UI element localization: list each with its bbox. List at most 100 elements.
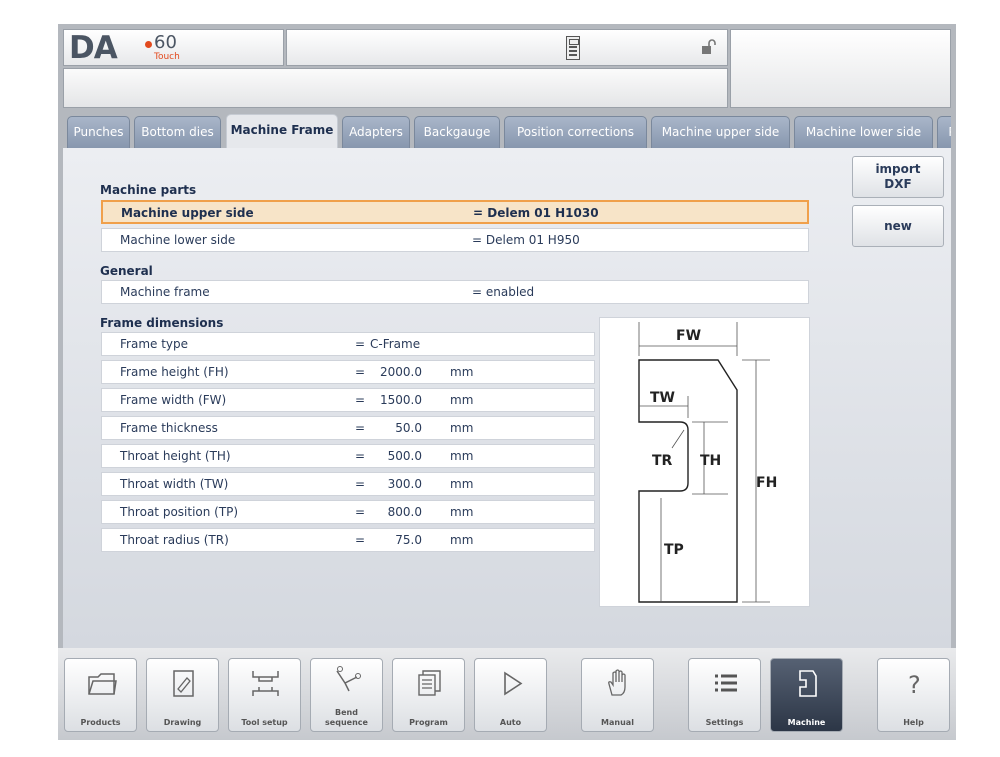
import-dxf-button[interactable]: import DXF — [852, 156, 944, 198]
label-tr: TR — [652, 453, 673, 469]
row-value: = Delem 01 H950 — [472, 233, 580, 247]
tab-machine-lower-side[interactable]: Machine lower side — [794, 116, 933, 148]
nav-label: Auto — [499, 718, 522, 727]
row-frame-width[interactable]: Frame width (FW) = 1500.0 mm — [101, 388, 595, 412]
row-value: 300.0 — [387, 477, 422, 491]
row-unit: mm — [450, 449, 474, 463]
row-equals: = — [355, 477, 366, 491]
nav-settings-button[interactable]: Settings — [688, 658, 761, 732]
row-throat-width[interactable]: Throat width (TW) = 300.0 mm — [101, 472, 595, 496]
row-value: 500.0 — [387, 449, 422, 463]
nav-bend-sequence-button[interactable]: Bend sequence — [310, 658, 383, 732]
nav-help-button[interactable]: ? Help — [877, 658, 950, 732]
label-tp: TP — [664, 542, 684, 558]
unlock-icon[interactable] — [700, 39, 716, 59]
tab-bottom-dies[interactable]: Bottom dies — [134, 116, 221, 148]
nav-products-button[interactable]: Products — [64, 658, 137, 732]
nav-label: Manual — [601, 718, 634, 727]
nav-label: Machine — [787, 718, 826, 727]
row-label: Machine upper side — [121, 206, 254, 220]
row-unit: mm — [450, 477, 474, 491]
row-equals: = — [355, 533, 366, 547]
tab-position-corrections[interactable]: Position corrections — [504, 116, 647, 148]
label-fh: FH — [756, 475, 777, 491]
row-value: = Delem 01 H1030 — [473, 206, 599, 220]
row-label: Throat width (TW) — [120, 477, 229, 491]
nav-program-button[interactable]: Program — [392, 658, 465, 732]
nav-label: Help — [903, 718, 924, 727]
label-fw: FW — [676, 328, 701, 344]
row-equals: = — [355, 337, 366, 351]
row-value: C-Frame — [370, 337, 421, 351]
hand-icon — [608, 669, 626, 696]
row-label: Machine lower side — [120, 233, 236, 247]
row-label: Throat radius (TR) — [120, 533, 229, 547]
row-throat-height[interactable]: Throat height (TH) = 500.0 mm — [101, 444, 595, 468]
drawing-icon — [173, 670, 194, 697]
row-label: Machine frame — [120, 285, 210, 299]
frame-diagram: FW TW TR TH FH TP — [599, 317, 810, 607]
nav-drawing-button[interactable]: Drawing — [146, 658, 219, 732]
nav-label: Drawing — [163, 718, 202, 727]
nav-label: Program — [409, 718, 448, 727]
tab-punches[interactable]: Punches — [67, 116, 130, 148]
row-machine-upper-side[interactable]: Machine upper side = Delem 01 H1030 — [101, 200, 809, 224]
row-frame-type[interactable]: Frame type = C-Frame — [101, 332, 595, 356]
row-frame-thickness[interactable]: Frame thickness = 50.0 mm — [101, 416, 595, 440]
row-value: 2000.0 — [380, 365, 422, 379]
logo-dot — [145, 41, 152, 48]
logo-sub: Touch — [154, 52, 180, 62]
program-icon — [418, 670, 441, 696]
tab-backgauge[interactable]: Backgauge — [414, 116, 500, 148]
row-unit: mm — [450, 393, 474, 407]
row-equals: = — [355, 365, 366, 379]
tab-machine-frame[interactable]: Machine Frame — [226, 114, 338, 148]
row-label: Frame height (FH) — [120, 365, 229, 379]
folder-icon — [88, 673, 117, 695]
nav-manual-button[interactable]: Manual — [581, 658, 654, 732]
row-value: 50.0 — [395, 421, 422, 435]
row-label: Frame thickness — [120, 421, 218, 435]
machine-icon — [799, 670, 817, 697]
row-value: 800.0 — [387, 505, 422, 519]
section-frame-dimensions-title: Frame dimensions — [100, 316, 224, 330]
tab-adapters[interactable]: Adapters — [342, 116, 410, 148]
status-bar — [63, 68, 728, 108]
row-value: = enabled — [472, 285, 535, 299]
row-machine-lower-side[interactable]: Machine lower side = Delem 01 H950 — [101, 228, 809, 252]
settings-list-icon — [715, 674, 737, 692]
row-throat-radius[interactable]: Throat radius (TR) = 75.0 mm — [101, 528, 595, 552]
row-unit: mm — [450, 421, 474, 435]
row-machine-frame[interactable]: Machine frame = enabled — [101, 280, 809, 304]
row-value: 75.0 — [395, 533, 422, 547]
section-machine-parts-title: Machine parts — [100, 183, 197, 197]
nav-label: Products — [80, 718, 121, 727]
tab-bar: Punches Bottom dies Machine Frame Adapte… — [63, 114, 951, 148]
label-tw: TW — [650, 390, 675, 406]
frame-diagram-svg: FW TW TR TH FH TP — [638, 322, 777, 603]
calculator-icon[interactable] — [566, 36, 580, 60]
row-equals: = — [355, 421, 366, 435]
play-icon — [504, 671, 523, 696]
row-unit: mm — [450, 505, 474, 519]
logo-model: 60 — [154, 32, 177, 53]
nav-machine-button[interactable]: Machine — [770, 658, 843, 732]
row-frame-height[interactable]: Frame height (FH) = 2000.0 mm — [101, 360, 595, 384]
label-th: TH — [700, 453, 721, 469]
row-unit: mm — [450, 533, 474, 547]
nav-tool-setup-button[interactable]: Tool setup — [228, 658, 301, 732]
tab-machine-upper-side[interactable]: Machine upper side — [651, 116, 790, 148]
row-equals: = — [355, 393, 366, 407]
svg-text:?: ? — [908, 671, 921, 699]
row-throat-position[interactable]: Throat position (TP) = 800.0 mm — [101, 500, 595, 524]
nav-label: Tool setup — [241, 718, 288, 727]
nav-auto-button[interactable]: Auto — [474, 658, 547, 732]
row-label: Throat height (TH) — [120, 449, 231, 463]
help-icon: ? — [908, 671, 921, 699]
header-right-panel — [730, 29, 951, 108]
row-label: Frame width (FW) — [120, 393, 227, 407]
tab-more[interactable]: P — [937, 116, 951, 148]
new-button[interactable]: new — [852, 205, 944, 247]
tool-setup-icon — [252, 671, 279, 696]
row-value: 1500.0 — [380, 393, 422, 407]
